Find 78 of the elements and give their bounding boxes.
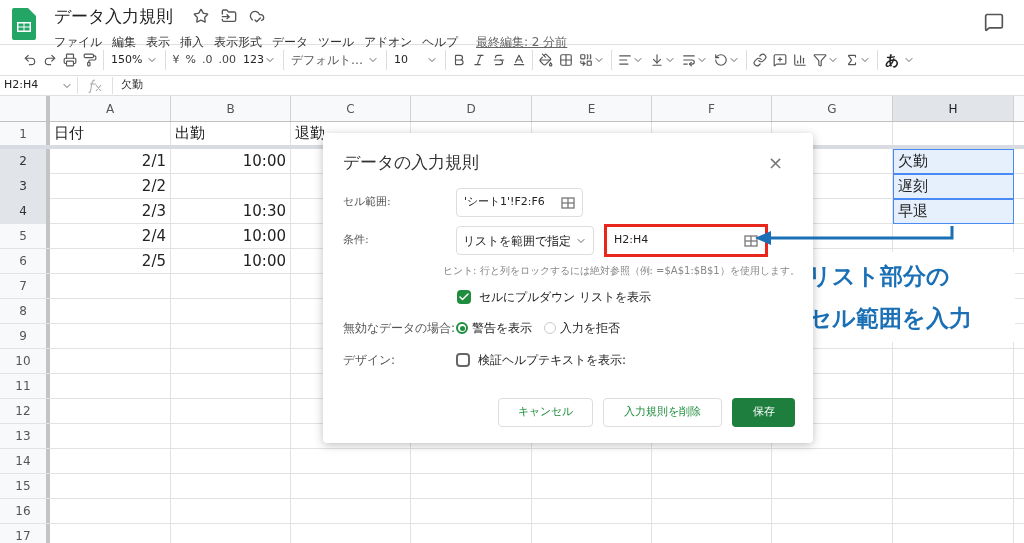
table-cell: 出勤 [171, 122, 291, 145]
row-header[interactable]: 11 [0, 374, 50, 398]
column-header[interactable]: E [532, 96, 652, 121]
table-cell: 欠勤 [893, 149, 1014, 174]
table-cell: 2/5 [50, 249, 171, 273]
row-header[interactable]: 8 [0, 299, 50, 323]
cell-range-field[interactable]: 'シート1'!F2:F6 [456, 188, 583, 217]
decrease-decimal-button[interactable]: .0 [198, 48, 216, 72]
document-title[interactable]: データ入力規則 [54, 7, 173, 25]
dialog-button[interactable]: キャンセル [498, 398, 593, 427]
table-cell: 2/2 [50, 174, 171, 199]
number-format-dropdown[interactable]: 123 [238, 51, 280, 69]
field-label: セル範囲: [343, 194, 392, 211]
close-button[interactable]: × [767, 149, 783, 176]
formula-input[interactable]: 欠勤 [112, 77, 1024, 94]
radio-label: 警告を表示 [472, 320, 532, 337]
row-header[interactable]: 3 [0, 174, 50, 199]
table-cell: 10:30 [171, 199, 291, 224]
row-header[interactable]: 1 [0, 122, 50, 145]
column-header[interactable]: D [411, 96, 532, 121]
menu-item[interactable]: 編集 [112, 33, 136, 51]
row-header[interactable]: 2 [0, 149, 50, 174]
table-cell: 早退 [893, 199, 1014, 224]
menu-item[interactable]: ファイル [54, 33, 102, 51]
name-box[interactable]: H2:H4 [0, 77, 78, 94]
save-button[interactable]: 保存 [732, 398, 795, 427]
criteria-dropdown[interactable]: リストを範囲で指定 [456, 226, 594, 255]
input-tools-button[interactable]: あ [880, 49, 919, 71]
table-cell: 10:00 [171, 249, 291, 273]
row-header[interactable]: 10 [0, 349, 50, 373]
menu-item[interactable]: ヘルプ [422, 33, 458, 51]
row-header[interactable]: 14 [0, 449, 50, 473]
menu-item[interactable]: アドオン [364, 33, 412, 51]
dialog-button[interactable]: 入力規則を削除 [603, 398, 722, 427]
menu-item[interactable]: データ [272, 33, 308, 51]
field-label: 無効なデータの場合: [343, 320, 456, 337]
hint-text: ヒント: 行と列をロックするには絶対参照（例: =$A$1:$B$1）を使用します。 [443, 264, 801, 278]
row-header[interactable]: 4 [0, 199, 50, 224]
table-cell: 10:00 [171, 149, 291, 174]
annotation-text: リスト部分の [808, 262, 951, 291]
font-dropdown[interactable]: デフォルト… [286, 51, 383, 69]
menu-item[interactable]: 表示 [146, 33, 170, 51]
row-header[interactable]: 16 [0, 499, 50, 523]
row-header[interactable]: 5 [0, 224, 50, 248]
row-header[interactable]: 6 [0, 249, 50, 273]
zoom-dropdown[interactable]: 150% [107, 51, 163, 69]
column-header[interactable]: C [291, 96, 411, 121]
menu-item[interactable]: 表示形式 [214, 33, 262, 51]
column-header[interactable]: F [652, 96, 772, 121]
radio-label: 入力を拒否 [560, 320, 620, 337]
currency-button[interactable]: ¥ [169, 48, 183, 72]
increase-decimal-button[interactable]: .00 [215, 48, 239, 72]
range-input-field[interactable]: H2:H4 [604, 224, 768, 257]
table-cell: 2/3 [50, 199, 171, 224]
row-header[interactable]: 7 [0, 274, 50, 298]
row-header[interactable]: 12 [0, 399, 50, 423]
table-cell: 2/1 [50, 149, 171, 174]
table-cell: 遅刻 [893, 174, 1014, 199]
percent-button[interactable]: % [182, 48, 199, 72]
last-edit-link[interactable]: 最終編集: 2 分前 [476, 33, 568, 51]
row-header[interactable]: 17 [0, 524, 50, 543]
column-header[interactable]: H [893, 96, 1014, 121]
column-header[interactable]: A [50, 96, 171, 121]
menu-item[interactable]: ツール [318, 33, 354, 51]
column-header[interactable]: B [171, 96, 291, 121]
table-cell: 2/4 [50, 224, 171, 248]
row-header[interactable]: 13 [0, 424, 50, 448]
row-header[interactable]: 9 [0, 324, 50, 348]
row-header[interactable]: 15 [0, 474, 50, 498]
dialog-title: データの入力規則 [343, 150, 479, 174]
field-label: デザイン: [343, 352, 397, 369]
font-size-dropdown[interactable]: 10 [389, 51, 442, 69]
checkbox-label: 検証ヘルプテキストを表示: [478, 352, 627, 369]
checkbox-label: セルにプルダウン リストを表示 [479, 289, 651, 306]
table-cell: 10:00 [171, 224, 291, 248]
menu-item[interactable]: 挿入 [180, 33, 204, 51]
field-label: 条件: [343, 232, 370, 249]
table-cell: 日付 [50, 122, 171, 145]
